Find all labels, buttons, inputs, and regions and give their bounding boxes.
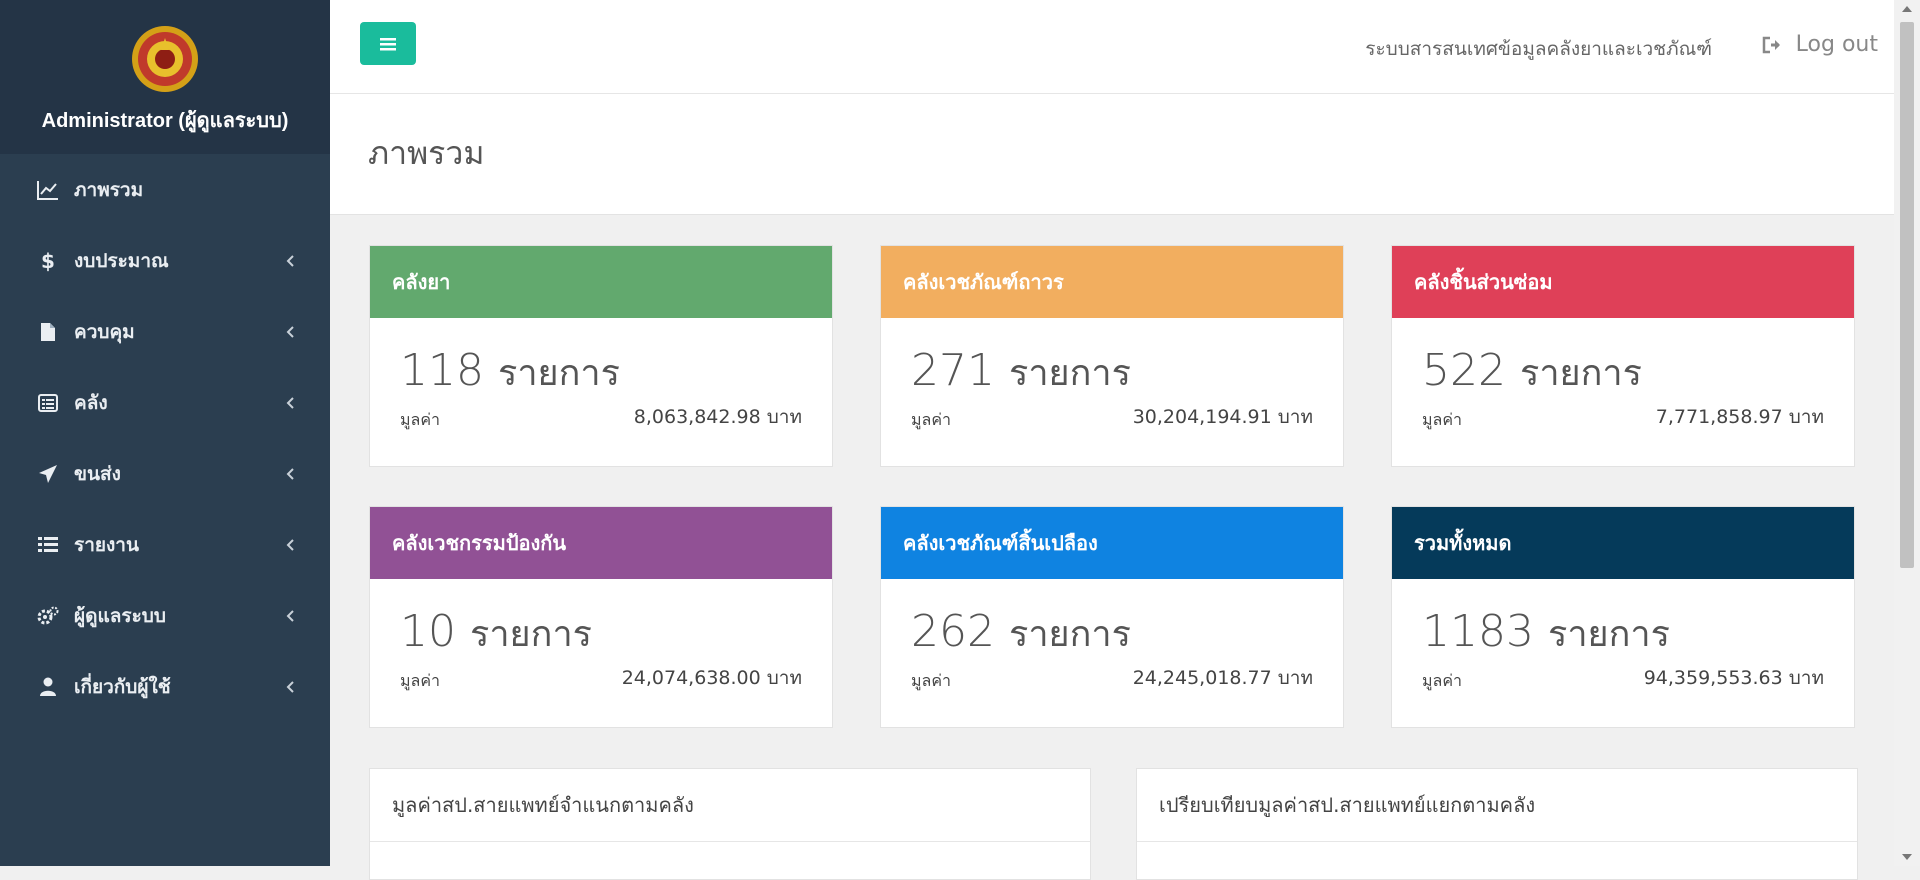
scrollbar-thumb[interactable] <box>1900 22 1914 568</box>
sidebar-profile: Administrator (ผู้ดูแลระบบ) <box>0 0 330 154</box>
count-unit: รายการ <box>470 614 592 655</box>
system-title: ระบบสารสนเทศข้อมูลคลังยาและเวชภัณฑ์ <box>1365 38 1712 60</box>
count-unit: รายการ <box>1008 614 1131 655</box>
card-value-label: มูลค่า <box>400 410 441 429</box>
chevron-left-icon <box>280 606 300 626</box>
card-value: 24,074,638.00 บาท <box>621 667 802 689</box>
panel-compare-value-by-warehouse: เปรียบเทียบมูลค่าสป.สายแพทย์แยกตามคลัง <box>1136 768 1858 880</box>
sidebar-item-report[interactable]: รายงาน <box>0 509 330 580</box>
chevron-left-icon <box>280 393 300 413</box>
sidebar-item-about-user[interactable]: เกี่ยวกับผู้ใช้ <box>0 651 330 722</box>
sidebar-item-label: เกี่ยวกับผู้ใช้ <box>74 675 171 698</box>
sidebar-item-label: ผู้ดูแลระบบ <box>74 604 166 627</box>
stat-card-durable-supplies: คลังเวชภัณฑ์ถาวร 271 รายการ มูลค่า 30,20… <box>880 245 1344 467</box>
sidebar-item-label: รายงาน <box>74 533 139 556</box>
chevron-left-icon <box>280 322 300 342</box>
dollar-icon: $ <box>41 248 55 273</box>
sidebar-item-label: ควบคุม <box>74 320 135 343</box>
sidebar-item-budget[interactable]: $ งบประมาณ <box>0 225 330 296</box>
card-value-label: มูลค่า <box>400 671 441 690</box>
logout-label: Log out <box>1795 32 1878 57</box>
page-title: ภาพรวม <box>368 134 485 172</box>
card-value-label: มูลค่า <box>1422 410 1463 429</box>
card-count: 10 รายการ <box>400 605 592 662</box>
card-value: 30,204,194.91 บาท <box>1132 406 1313 428</box>
sidebar-item-label: คลัง <box>74 391 108 414</box>
menu-toggle-button[interactable] <box>360 22 416 65</box>
page-header: ภาพรวม <box>330 94 1894 215</box>
card-count: 118 รายการ <box>400 344 620 401</box>
card-value: 8,063,842.98 บาท <box>633 406 802 428</box>
chevron-left-icon <box>280 251 300 271</box>
sidebar-item-label: งบประมาณ <box>74 249 169 272</box>
vertical-scrollbar[interactable] <box>1894 0 1920 866</box>
organization-emblem-logo <box>132 26 198 92</box>
panel-title: เปรียบเทียบมูลค่าสป.สายแพทย์แยกตามคลัง <box>1137 769 1857 842</box>
chevron-left-icon <box>280 677 300 697</box>
scroll-up-arrow-icon[interactable] <box>1902 6 1912 12</box>
line-chart-icon <box>36 178 60 202</box>
card-value: 7,771,858.97 บาท <box>1655 406 1824 428</box>
count-number: 271 <box>911 345 995 396</box>
sidebar-item-transport[interactable]: ขนส่ง <box>0 438 330 509</box>
count-unit: รายการ <box>1519 353 1642 394</box>
list-alt-icon <box>36 391 60 415</box>
gears-icon <box>36 604 60 628</box>
card-count: 262 รายการ <box>911 605 1131 662</box>
count-number: 522 <box>1422 345 1506 396</box>
card-value-label: มูลค่า <box>1422 671 1463 690</box>
admin-name: Administrator (ผู้ดูแลระบบ) <box>41 110 289 132</box>
card-count: 1183 รายการ <box>1422 605 1670 662</box>
card-header: คลังเวชภัณฑ์ถาวร <box>881 246 1343 318</box>
chevron-left-icon <box>280 464 300 484</box>
card-count: 522 รายการ <box>1422 344 1642 401</box>
sidebar-item-label: ภาพรวม <box>74 178 144 201</box>
count-number: 10 <box>400 606 456 657</box>
stat-card-preventive-medicine: คลังเวชกรรมป้องกัน 10 รายการ มูลค่า 24,0… <box>369 506 833 728</box>
list-icon <box>36 533 60 557</box>
sidebar-item-control[interactable]: ควบคุม <box>0 296 330 367</box>
top-navbar: ระบบสารสนเทศข้อมูลคลังยาและเวชภัณฑ์ Log … <box>330 0 1894 94</box>
card-header: คลังเวชกรรมป้องกัน <box>370 507 832 579</box>
count-unit: รายการ <box>1547 614 1670 655</box>
sidebar: Administrator (ผู้ดูแลระบบ) ภาพรวม $ งบป… <box>0 0 330 866</box>
card-value-label: มูลค่า <box>911 410 952 429</box>
count-unit: รายการ <box>497 353 620 394</box>
panel-value-by-warehouse: มูลค่าสป.สายแพทย์จำแนกตามคลัง <box>369 768 1091 880</box>
paper-plane-icon <box>36 462 60 486</box>
sidebar-nav: ภาพรวม $ งบประมาณ ควบคุม คลัง ขนส่ง รายง… <box>0 154 330 722</box>
hamburger-icon <box>380 37 396 50</box>
panel-title: มูลค่าสป.สายแพทย์จำแนกตามคลัง <box>370 769 1090 842</box>
card-header: คลังยา <box>370 246 832 318</box>
sidebar-item-warehouse[interactable]: คลัง <box>0 367 330 438</box>
stat-card-spare-parts: คลังชิ้นส่วนซ่อม 522 รายการ มูลค่า 7,771… <box>1391 245 1855 467</box>
scroll-down-arrow-icon[interactable] <box>1902 854 1912 860</box>
card-value-label: มูลค่า <box>911 671 952 690</box>
stat-card-consumable-supplies: คลังเวชภัณฑ์สิ้นเปลือง 262 รายการ มูลค่า… <box>880 506 1344 728</box>
count-number: 118 <box>400 345 484 396</box>
file-icon <box>36 320 60 344</box>
sidebar-item-overview[interactable]: ภาพรวม <box>0 154 330 225</box>
card-value: 24,245,018.77 บาท <box>1132 667 1313 689</box>
sidebar-item-label: ขนส่ง <box>74 462 121 485</box>
count-number: 1183 <box>1422 606 1534 657</box>
stat-card-drug-warehouse: คลังยา 118 รายการ มูลค่า 8,063,842.98 บา… <box>369 245 833 467</box>
sign-out-icon <box>1762 36 1782 54</box>
sidebar-item-admin[interactable]: ผู้ดูแลระบบ <box>0 580 330 651</box>
card-count: 271 รายการ <box>911 344 1131 401</box>
stat-card-total: รวมทั้งหมด 1183 รายการ มูลค่า 94,359,553… <box>1391 506 1855 728</box>
user-icon <box>36 675 60 699</box>
chevron-left-icon <box>280 535 300 555</box>
count-number: 262 <box>911 606 995 657</box>
card-header: คลังเวชภัณฑ์สิ้นเปลือง <box>881 507 1343 579</box>
card-header: รวมทั้งหมด <box>1392 507 1854 579</box>
card-header: คลังชิ้นส่วนซ่อม <box>1392 246 1854 318</box>
card-value: 94,359,553.63 บาท <box>1643 667 1824 689</box>
logout-link[interactable]: Log out <box>1762 32 1878 57</box>
count-unit: รายการ <box>1008 353 1131 394</box>
